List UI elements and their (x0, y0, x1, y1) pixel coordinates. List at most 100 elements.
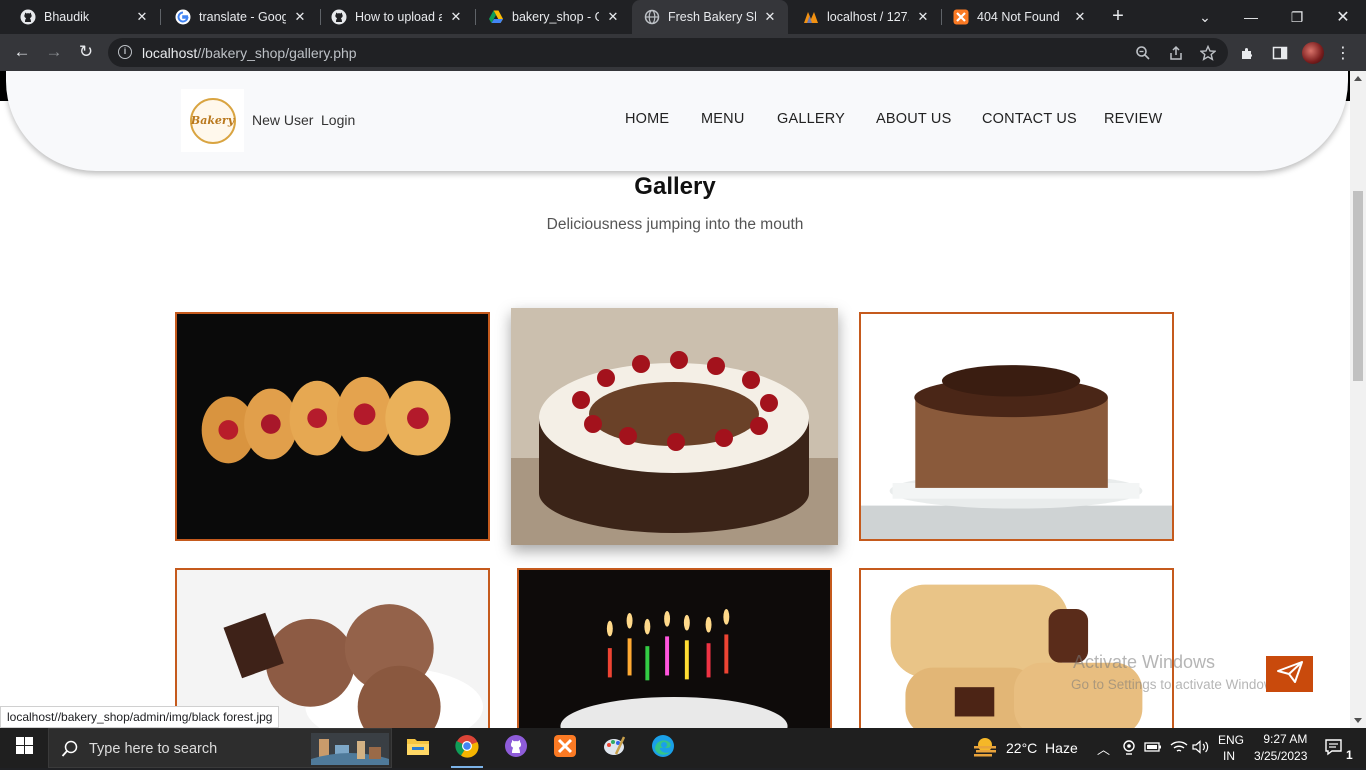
xampp-icon (953, 9, 969, 25)
scroll-up-arrow[interactable] (1354, 76, 1362, 81)
drive-icon (488, 9, 504, 25)
tab-title: How to upload an (355, 10, 442, 24)
phpmyadmin-icon (803, 9, 819, 25)
input-language-indicator[interactable]: ENG IN (1218, 728, 1244, 768)
close-icon[interactable]: ✕ (605, 9, 621, 25)
login-link[interactable]: Login (321, 112, 355, 128)
taskbar-github-desktop[interactable] (492, 728, 540, 768)
page-scrollbar[interactable] (1350, 71, 1366, 728)
side-panel-icon[interactable] (1269, 42, 1291, 64)
show-hidden-icons-button[interactable]: ︿ (1097, 728, 1110, 768)
start-button[interactable] (0, 728, 48, 768)
action-center-button[interactable]: 1 (1324, 728, 1353, 768)
nav-review[interactable]: REVIEW (1104, 111, 1162, 127)
tab-title: translate - Google (199, 10, 286, 24)
weather-widget[interactable]: 22°C Haze (972, 728, 1078, 768)
windows-taskbar: Type here to search 22°C Haze ︿ ENG IN 9… (0, 728, 1366, 768)
activate-windows-title: Activate Windows (1073, 652, 1216, 672)
tab-github-profile[interactable]: Bhaudik ✕ (0, 0, 160, 34)
tab-title: localhost / 127.0. (827, 10, 909, 24)
tab-404-not-found[interactable]: 404 Not Found ✕ (933, 0, 1098, 34)
github-icon (331, 9, 347, 25)
close-icon[interactable]: ✕ (292, 9, 308, 25)
nav-menu[interactable]: MENU (701, 111, 745, 127)
edge-icon (651, 734, 675, 763)
forward-button[interactable]: → (42, 40, 66, 64)
gallery-subtitle: Deliciousness jumping into the mouth (546, 216, 804, 233)
battery-icon (1144, 740, 1162, 757)
gallery-image-fig-rolls[interactable] (859, 568, 1174, 728)
tray-network[interactable] (1170, 728, 1188, 768)
tab-title: bakery_shop - Go (512, 10, 599, 24)
back-button[interactable]: ← (10, 40, 34, 64)
close-icon[interactable]: ✕ (915, 9, 931, 25)
bookmark-star-icon[interactable] (1198, 43, 1218, 63)
google-icon (175, 9, 191, 25)
reload-button[interactable]: ↻ (74, 40, 98, 64)
tab-strip: Bhaudik ✕ translate - Google ✕ How to up… (0, 0, 1366, 34)
close-icon[interactable]: ✕ (1072, 9, 1088, 25)
menu-kebab-icon[interactable]: ⋮ (1332, 42, 1354, 64)
zoom-icon[interactable] (1133, 43, 1153, 63)
nav-gallery[interactable]: GALLERY (777, 111, 845, 127)
speaker-icon (1192, 739, 1210, 757)
site-logo[interactable]: Bakery (181, 89, 244, 152)
gallery-image-chocolate-ice-cream[interactable] (175, 568, 490, 728)
tab-fresh-bakery-shop[interactable]: Fresh Bakery Sho ✕ (632, 0, 788, 34)
chrome-icon (455, 734, 479, 763)
tab-how-to-upload[interactable]: How to upload an ✕ (311, 0, 474, 34)
gallery-title: Gallery (634, 173, 716, 200)
scroll-down-arrow[interactable] (1354, 718, 1362, 723)
paint-palette-icon (602, 734, 626, 763)
nav-home[interactable]: HOME (625, 111, 669, 127)
taskbar-file-explorer[interactable] (394, 728, 442, 768)
close-icon[interactable]: ✕ (134, 9, 150, 25)
restore-button[interactable]: ❐ (1274, 0, 1320, 34)
gallery-image-jam-cookies[interactable] (175, 312, 490, 541)
new-user-link[interactable]: New User (252, 112, 313, 128)
site-header: Bakery New User Login HOME MENU GALLERY … (6, 71, 1348, 171)
share-icon[interactable] (1166, 43, 1186, 63)
nav-about-us[interactable]: ABOUT US (876, 111, 951, 127)
tab-search-button[interactable]: ⌄ (1182, 0, 1228, 34)
extensions-icon[interactable] (1237, 42, 1259, 64)
scrollbar-thumb[interactable] (1353, 191, 1363, 381)
tray-battery[interactable] (1144, 728, 1162, 768)
folder-icon (406, 736, 430, 761)
github-desktop-icon (504, 734, 528, 763)
clock[interactable]: 9:27 AM 3/25/2023 (1254, 728, 1307, 768)
tray-meet-now[interactable] (1121, 728, 1137, 768)
bakery-logo-badge: Bakery (189, 97, 236, 144)
gallery-image-birthday-candle-cake[interactable] (517, 568, 832, 728)
new-tab-button[interactable]: + (1108, 6, 1128, 27)
clock-date: 3/25/2023 (1254, 749, 1308, 763)
nav-contact-us[interactable]: CONTACT US (982, 111, 1077, 127)
taskbar-edge[interactable] (639, 728, 687, 768)
search-placeholder: Type here to search (89, 741, 218, 757)
profile-avatar[interactable] (1302, 42, 1324, 64)
close-icon[interactable]: ✕ (762, 9, 778, 25)
gallery-image-chocolate-drip-cake[interactable] (859, 312, 1174, 541)
search-icon (61, 740, 79, 763)
send-message-button[interactable] (1266, 656, 1313, 692)
tray-volume[interactable] (1192, 728, 1210, 768)
tab-google-translate[interactable]: translate - Google ✕ (155, 0, 318, 34)
gallery-image-black-forest-cake[interactable] (511, 308, 838, 545)
notification-count: 1 (1346, 748, 1353, 762)
url-text[interactable]: localhost//bakery_shop/gallery.php (142, 45, 357, 61)
address-bar[interactable]: i localhost//bakery_shop/gallery.php (108, 38, 1228, 67)
windows-logo-icon (15, 737, 33, 759)
close-window-button[interactable]: ✕ (1320, 0, 1366, 34)
tab-phpmyadmin[interactable]: localhost / 127.0. ✕ (783, 0, 941, 34)
taskbar-xampp[interactable] (541, 728, 589, 768)
site-info-icon[interactable]: i (118, 45, 132, 59)
tab-google-drive[interactable]: bakery_shop - Go ✕ (468, 0, 631, 34)
minimize-button[interactable]: — (1228, 0, 1274, 34)
xampp-icon (553, 734, 577, 763)
taskbar-search-box[interactable]: Type here to search (48, 728, 392, 768)
tab-title: Bhaudik (44, 10, 90, 24)
taskbar-paint[interactable] (590, 728, 638, 768)
close-icon[interactable]: ✕ (448, 9, 464, 25)
taskbar-chrome[interactable] (443, 728, 491, 768)
browser-toolbar: ← → ↻ i localhost//bakery_shop/gallery.p… (0, 34, 1366, 71)
